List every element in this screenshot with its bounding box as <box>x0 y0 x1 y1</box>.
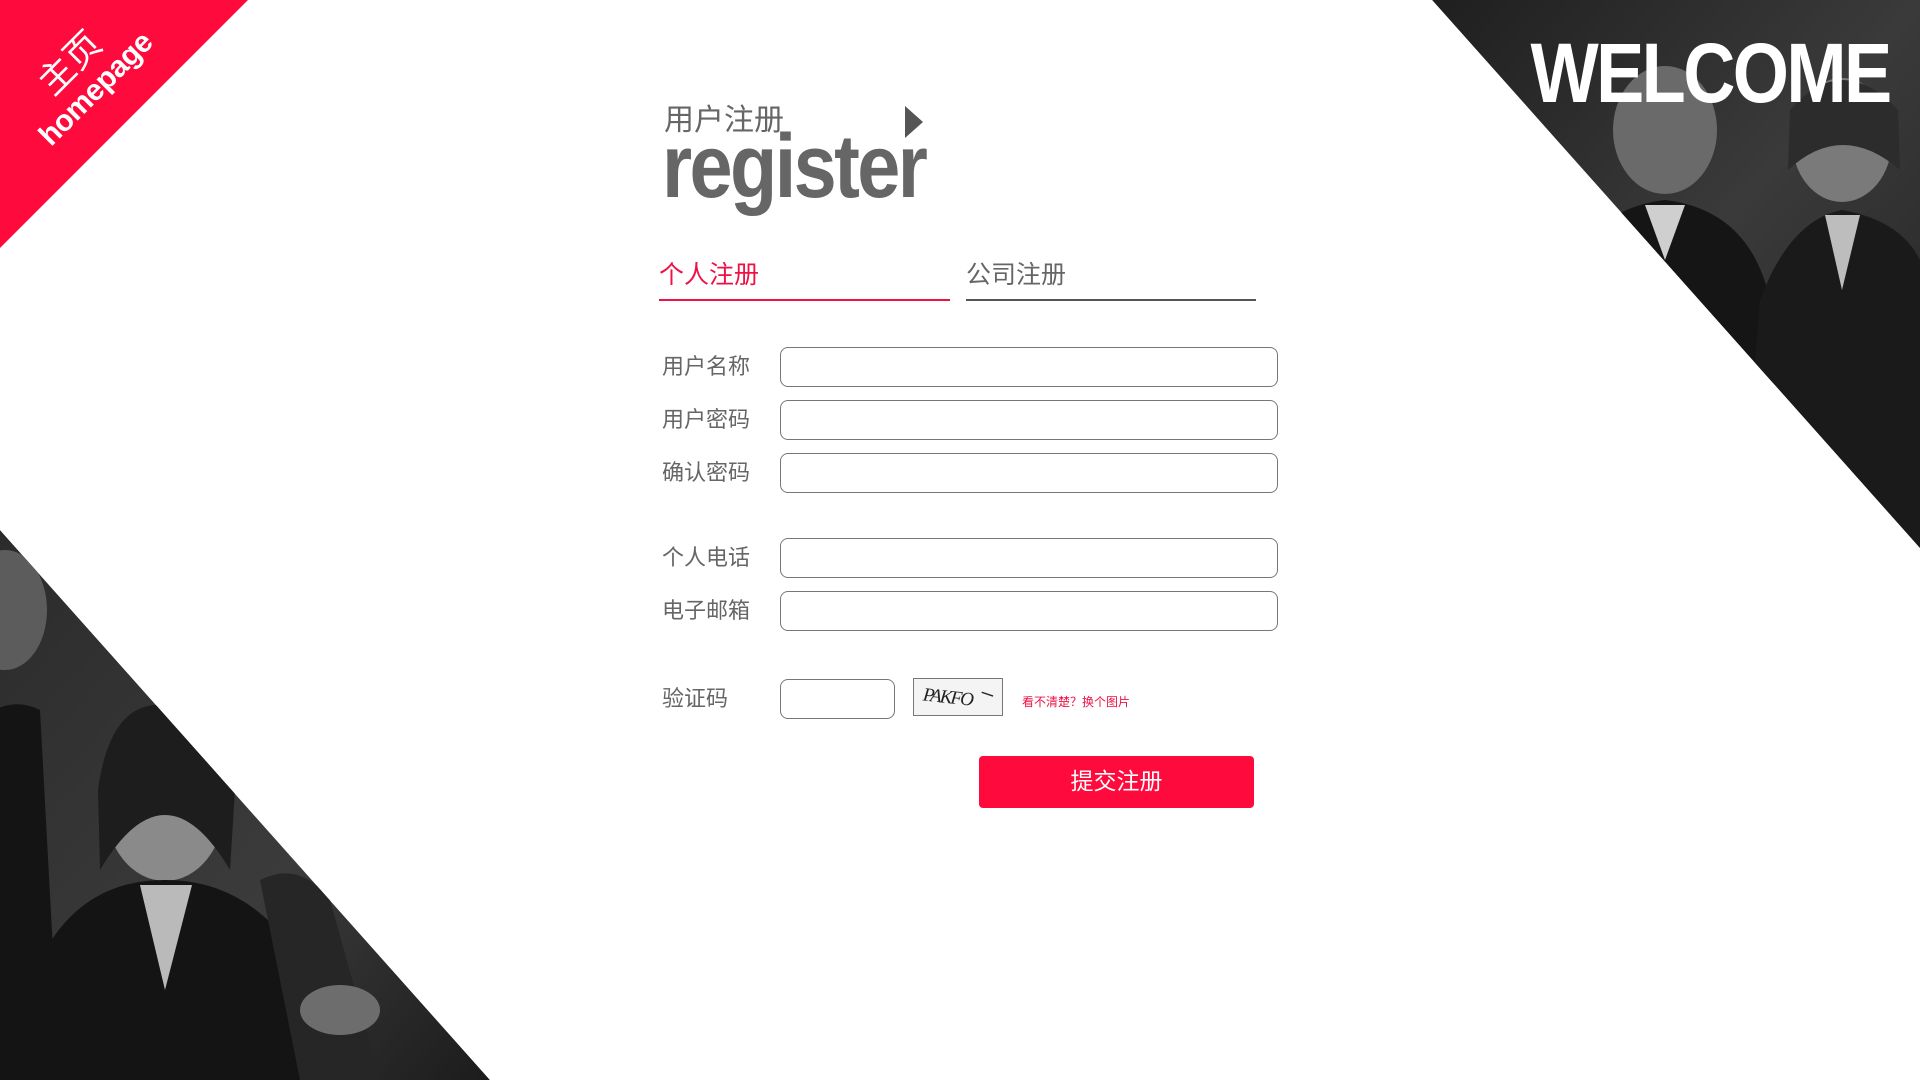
username-label: 用户名称 <box>662 355 751 380</box>
captcha-refresh-link[interactable]: 看不清楚？换个图片 <box>1022 694 1130 710</box>
tab-personal-registration[interactable]: 个人注册 <box>659 255 950 301</box>
email-label: 电子邮箱 <box>662 599 751 624</box>
email-field[interactable] <box>780 591 1278 631</box>
captcha-input[interactable] <box>780 679 895 719</box>
form-row-captcha: 验证码 PAKFO 看不清楚？换个图片 <box>662 678 1262 721</box>
captcha-label: 验证码 <box>662 687 729 712</box>
homepage-link[interactable]: 主页 homepage <box>0 0 250 250</box>
page-title-en: register <box>662 117 928 217</box>
tab-company-registration[interactable]: 公司注册 <box>966 255 1256 301</box>
username-field[interactable] <box>780 347 1278 387</box>
homepage-ribbon-text: 主页 homepage <box>4 0 161 154</box>
captcha-image-text: PAKFO <box>921 684 975 710</box>
phone-field[interactable] <box>780 538 1278 578</box>
confirm-password-label: 确认密码 <box>662 461 751 486</box>
registration-page: 主页 homepage WELCOME 用户注册 register 个人注册 公… <box>0 0 1920 1080</box>
submit-registration-button[interactable]: 提交注册 <box>979 756 1254 808</box>
page-title: 用户注册 register <box>662 100 942 217</box>
bottom-left-photo-panel <box>0 530 490 1080</box>
confirm-password-field[interactable] <box>780 453 1278 493</box>
welcome-heading: WELCOME <box>1530 26 1893 120</box>
captcha-image[interactable]: PAKFO <box>913 678 1003 716</box>
password-field[interactable] <box>780 400 1278 440</box>
phone-label: 个人电话 <box>662 546 751 571</box>
password-label: 用户密码 <box>662 408 751 433</box>
